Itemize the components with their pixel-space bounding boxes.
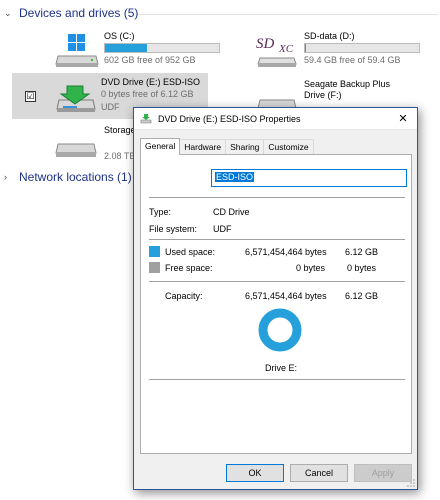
- free-space-size: 0 bytes: [347, 263, 377, 273]
- close-icon[interactable]: ✕: [389, 108, 417, 130]
- windows-drive-icon: [55, 34, 99, 67]
- chevron-down-icon[interactable]: ⌄: [4, 8, 14, 18]
- ok-button[interactable]: OK: [226, 464, 284, 482]
- apply-button[interactable]: Apply: [354, 464, 412, 482]
- sdxc-card-icon: SD XC: [256, 36, 297, 67]
- used-space-label: Used space:: [165, 247, 216, 257]
- drive-c[interactable]: OS (C:) 602 GB free of 952 GB: [14, 28, 220, 74]
- chevron-right-icon[interactable]: ›: [4, 172, 14, 182]
- drive-caption: Drive E:: [265, 363, 298, 373]
- divider: [149, 379, 405, 380]
- tab-customize[interactable]: Customize: [263, 139, 314, 154]
- dialog-titlebar[interactable]: DVD Drive (E:) ESD-ISO Properties ✕: [134, 108, 417, 130]
- drive-usage-bar: [104, 43, 220, 53]
- drive-filesystem: UDF: [101, 102, 120, 112]
- tab-general[interactable]: General: [140, 138, 181, 155]
- devices-group-title: Devices and drives (5): [19, 6, 139, 20]
- drive-name: Storage: [104, 125, 136, 135]
- type-label: Type:: [149, 207, 172, 217]
- cancel-button[interactable]: Cancel: [290, 464, 348, 482]
- network-group-header[interactable]: › Network locations (1): [4, 170, 132, 184]
- selection-checkbox[interactable]: ☑: [25, 91, 36, 102]
- used-space-swatch: [149, 246, 160, 257]
- resize-grip-icon[interactable]: [407, 479, 415, 487]
- volume-label-text: ESD-ISO: [215, 172, 255, 182]
- devices-group-header[interactable]: ⌄ Devices and drives (5): [4, 6, 138, 20]
- drive-name: DVD Drive (E:) ESD-ISO: [101, 77, 201, 87]
- free-space-swatch: [149, 262, 160, 273]
- drive-usage-bar: [304, 43, 420, 53]
- divider: [149, 239, 405, 240]
- used-space-ring: [258, 308, 302, 352]
- dvd-drive-icon: [140, 113, 152, 123]
- general-panel: ESD-ISO Type: CD Drive File system: UDF …: [140, 154, 412, 454]
- free-space-label: Free space:: [165, 263, 213, 273]
- drive-name-line2: Drive (F:): [304, 90, 342, 100]
- drive-d[interactable]: SD XC SD-data (D:) 59.4 GB free of 59.4 …: [214, 28, 420, 74]
- used-space-bytes: 6,571,454,464 bytes: [245, 247, 327, 257]
- free-space-bytes: 0 bytes: [296, 263, 326, 273]
- divider: [149, 197, 405, 198]
- drive-space-info: 0 bytes free of 6.12 GB: [101, 89, 194, 99]
- drive-name: SD-data (D:): [304, 31, 355, 41]
- svg-text:XC: XC: [278, 43, 294, 55]
- capacity-bytes: 6,571,454,464 bytes: [245, 291, 327, 301]
- capacity-size: 6.12 GB: [345, 291, 379, 301]
- drive-name: OS (C:): [104, 31, 135, 41]
- dvd-drive-icon: [153, 167, 179, 189]
- tab-sharing[interactable]: Sharing: [225, 139, 265, 154]
- drive-space-info: 59.4 GB free of 59.4 GB: [304, 55, 401, 65]
- type-value: CD Drive: [213, 207, 250, 217]
- filesystem-label: File system:: [149, 224, 198, 234]
- usage-donut-chart: [258, 308, 302, 352]
- drive-space-info: 602 GB free of 952 GB: [104, 55, 196, 65]
- group-divider: [138, 14, 438, 15]
- capacity-label: Capacity:: [165, 291, 203, 301]
- properties-dialog: DVD Drive (E:) ESD-ISO Properties ✕ Gene…: [133, 107, 418, 490]
- network-group-title: Network locations (1): [19, 170, 132, 184]
- hard-drive-icon: [55, 143, 97, 157]
- dialog-title: DVD Drive (E:) ESD-ISO Properties: [158, 113, 301, 124]
- drive-space-info: 2.08 TB: [104, 151, 136, 161]
- used-space-size: 6.12 GB: [345, 247, 379, 257]
- svg-text:SD: SD: [256, 36, 275, 52]
- volume-label-input[interactable]: ESD-ISO: [211, 169, 407, 187]
- divider: [149, 281, 405, 282]
- tab-bar: General Hardware Sharing Customize: [140, 138, 314, 155]
- tab-hardware[interactable]: Hardware: [179, 139, 227, 154]
- drive-name: Seagate Backup Plus: [304, 79, 391, 89]
- filesystem-value: UDF: [213, 224, 232, 234]
- dvd-drive-icon: [56, 85, 96, 112]
